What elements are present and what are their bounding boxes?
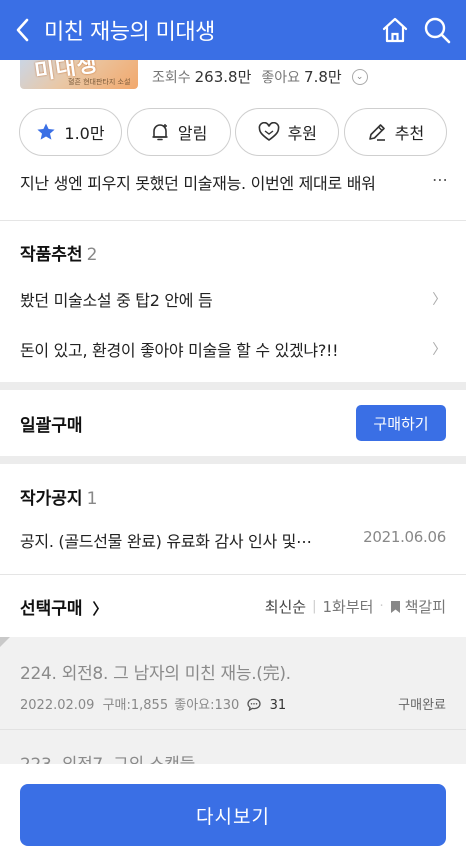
book-stats: 조회수 263.8만 좋아요 7.8만 ⌄ — [152, 66, 368, 87]
notice-item[interactable]: 공지. (골드선물 완료) 유료화 감사 인사 및⋯ 2021.06.06 — [20, 528, 446, 552]
chevron-right-icon: 〉 — [432, 292, 446, 308]
reread-button[interactable]: 다시보기 — [20, 784, 446, 846]
bookmark-icon — [390, 600, 400, 613]
sort-first-button[interactable]: 1화부터 — [323, 596, 374, 617]
separator: | — [312, 599, 317, 614]
star-rating-button[interactable]: 1.0만 — [19, 108, 122, 156]
chevron-down-icon: ⌄ — [355, 71, 364, 82]
divider — [0, 729, 466, 730]
home-icon — [382, 17, 408, 43]
select-buy-bar: 선택구매 〉 최신순 | 1화부터 · 책갈피 — [20, 594, 446, 619]
bell-plus-icon — [152, 124, 168, 141]
likes-label: 좋아요 — [261, 69, 301, 86]
chevron-right-icon: 〉 — [432, 342, 446, 358]
recommend-section-title: 작품추천 2 — [20, 240, 97, 265]
alarm-label: 알림 — [177, 124, 208, 143]
divider — [0, 220, 466, 221]
search-icon — [424, 17, 451, 44]
notice-count: 1 — [86, 489, 98, 509]
alarm-button[interactable]: 알림 — [126, 108, 231, 156]
star-count: 1.0만 — [64, 124, 105, 143]
section-divider — [0, 456, 466, 464]
support-button[interactable]: 후원 — [235, 108, 340, 156]
sort-options: 최신순 | 1화부터 · 책갈피 — [265, 596, 446, 617]
pencil-icon — [368, 124, 385, 141]
episode-stats: 2022.02.09 구매:1,855 좋아요:130 31 — [20, 694, 286, 713]
recommend-button[interactable]: 추천 — [343, 108, 447, 156]
purchase-status: 구매완료 — [398, 698, 446, 713]
notice-title-text: 작가공지 — [20, 489, 83, 509]
star-icon — [37, 123, 56, 140]
top-app-bar: 미친 재능의 미대생 — [0, 0, 466, 60]
back-button[interactable] — [0, 0, 44, 60]
book-description[interactable]: 지난 생엔 피우지 못했던 미술재능. 이번엔 제대로 배워 — [20, 170, 446, 194]
episode-title: 224. 외전8. 그 남자의 미친 재능.(完). — [20, 664, 291, 684]
chevron-right-icon: 〉 — [92, 600, 108, 618]
sort-latest-button[interactable]: 최신순 — [265, 596, 306, 617]
bottom-bar: 다시보기 — [0, 764, 466, 853]
list-item[interactable]: 224. 외전8. 그 남자의 미친 재능.(完). 2022.02.09 구매… — [20, 659, 446, 713]
episode-meta: 2022.02.09 구매:1,855 좋아요:130 31 구매완료 — [20, 694, 446, 713]
select-buy-button[interactable]: 선택구매 〉 — [20, 594, 108, 619]
likes-value: 7.8만 — [304, 68, 342, 86]
select-buy-label: 선택구매 — [20, 599, 83, 619]
book-cover[interactable]: 미대생 혈흔 현대판타지 소설 — [20, 56, 138, 89]
cover-subtitle: 혈흔 현대판타지 소설 — [68, 78, 131, 86]
book-info: 미대생 혈흔 현대판타지 소설 조회수 263.8만 좋아요 7.8만 ⌄ — [0, 56, 466, 96]
recommend-title-text: 작품추천 — [20, 245, 83, 265]
episode-likes: 좋아요:130 — [174, 698, 240, 713]
notice-text: 공지. (골드선물 완료) 유료화 감사 인사 및⋯ — [20, 532, 312, 551]
comment-icon — [247, 698, 262, 712]
episode-purchases: 구매:1,855 — [102, 698, 169, 713]
bookmark-button[interactable]: 책갈피 — [390, 596, 446, 617]
description-more-button[interactable]: ⋯ — [428, 170, 448, 189]
read-marker — [0, 637, 10, 647]
episode-date: 2022.02.09 — [20, 698, 95, 713]
heart-gift-icon — [258, 122, 279, 141]
chevron-left-icon — [16, 18, 29, 42]
bulk-buy-title: 일괄구매 — [20, 416, 83, 436]
expand-stats-button[interactable]: ⌄ — [351, 68, 368, 85]
bulk-buy-button[interactable]: 구매하기 — [356, 405, 446, 441]
episode-comments: 31 — [269, 698, 287, 713]
search-button[interactable] — [416, 0, 458, 60]
notice-date: 2021.06.06 — [363, 528, 446, 546]
recommend-item[interactable]: 돈이 있고, 환경이 좋아야 미술을 할 수 있겠냐?!! 〉 — [20, 337, 446, 361]
recommend-count: 2 — [86, 245, 98, 265]
section-divider — [0, 382, 466, 390]
views-value: 263.8만 — [194, 68, 252, 86]
support-label: 후원 — [287, 124, 318, 143]
recommend-item[interactable]: 봤던 미술소설 중 탑2 안에 듬 〉 — [20, 287, 446, 311]
views-label: 조회수 — [152, 69, 191, 86]
recommend-label: 추천 — [394, 124, 425, 143]
notice-section-title: 작가공지 1 — [20, 484, 97, 509]
divider — [0, 574, 466, 575]
recommend-item-text: 돈이 있고, 환경이 좋아야 미술을 할 수 있겠냐?!! — [20, 341, 339, 360]
recommend-item-text: 봤던 미술소설 중 탑2 안에 듬 — [20, 291, 213, 310]
action-buttons: 1.0만 알림 후원 추천 — [19, 108, 447, 156]
page-title: 미친 재능의 미대생 — [44, 20, 215, 45]
home-button[interactable] — [374, 0, 416, 60]
bookmark-label: 책갈피 — [404, 598, 446, 616]
separator: · — [379, 599, 384, 614]
